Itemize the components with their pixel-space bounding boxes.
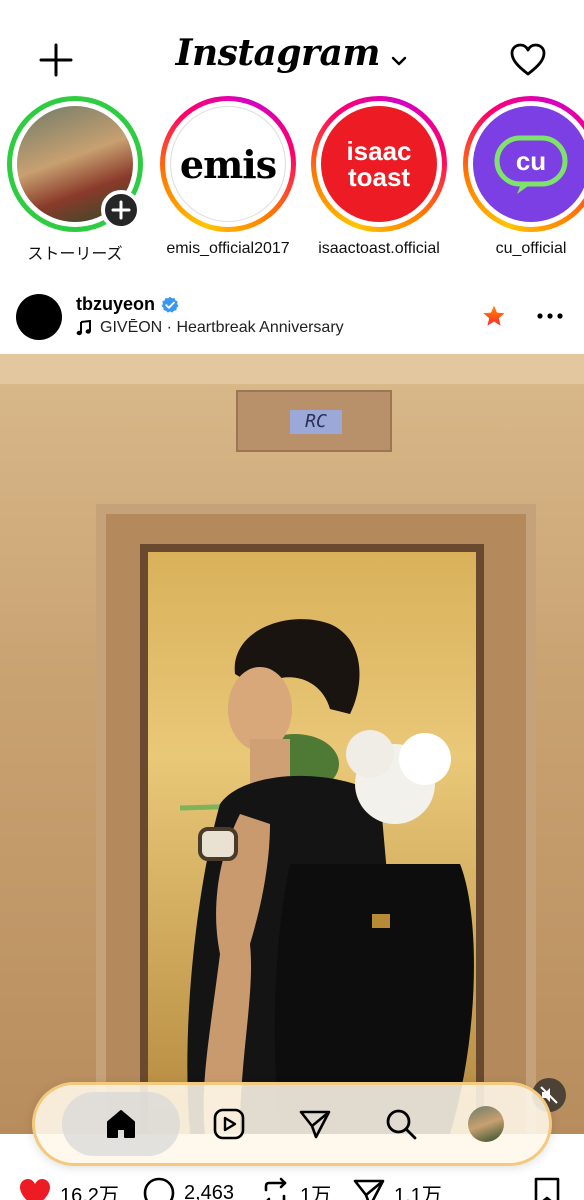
profile-avatar	[468, 1106, 505, 1142]
like-count: 16.2万	[60, 1184, 119, 1200]
share-count: 1.1万	[394, 1184, 442, 1200]
comment-button[interactable]: 2,463	[142, 1176, 234, 1200]
top-bar: Instagram	[0, 28, 584, 92]
reels-icon	[214, 1108, 245, 1140]
repost-count: 1万	[300, 1184, 332, 1200]
nav-profile[interactable]	[450, 1092, 522, 1156]
bookmark-icon[interactable]	[532, 1176, 562, 1200]
post-author[interactable]: tbzuyeon	[76, 294, 179, 315]
heart-filled-icon	[20, 1179, 50, 1200]
svg-text:cu: cu	[516, 146, 546, 176]
music-note-icon	[76, 320, 91, 336]
post-actions: 16.2万 2,463 1万 1.1万	[0, 1170, 584, 1200]
nav-search[interactable]	[365, 1092, 437, 1156]
send-paper-plane-icon	[353, 1179, 385, 1200]
story-name: isaactoast.official	[318, 240, 440, 257]
floor-display: RC	[290, 410, 342, 434]
verified-badge-icon	[161, 296, 179, 313]
post-photo[interactable]: RC	[0, 354, 584, 1134]
repost-icon	[264, 1177, 287, 1200]
comment-bubble-icon	[143, 1177, 175, 1200]
brand-switcher[interactable]: Instagram	[0, 32, 584, 74]
story-cu[interactable]: cu cu_official	[456, 96, 584, 258]
nav-messages[interactable]	[279, 1092, 351, 1156]
home-icon	[106, 1110, 135, 1138]
isaac-toast-logo: isaac toast	[321, 106, 437, 222]
post-username[interactable]: tbzuyeon	[76, 294, 155, 315]
elevator-floor-panel: RC	[236, 390, 392, 452]
person-figure	[180, 619, 474, 1134]
story-emis[interactable]: emis emis_official2017	[153, 96, 303, 258]
story-isaactoast[interactable]: isaac toast isaactoast.official	[304, 96, 454, 258]
notifications-heart-icon[interactable]	[508, 40, 548, 80]
chevron-down-icon	[392, 56, 407, 65]
stories-tray: ストーリーズ emis emis_official2017 isaac toas…	[0, 96, 584, 266]
add-story-icon[interactable]	[101, 190, 141, 230]
story-ring: isaac toast	[311, 96, 447, 232]
story-name: emis_official2017	[166, 240, 290, 257]
post-author-avatar[interactable]	[16, 294, 62, 340]
bottom-nav	[32, 1082, 552, 1166]
story-own[interactable]: ストーリーズ	[0, 96, 150, 264]
cu-logo: cu	[473, 106, 584, 222]
nav-reels[interactable]	[193, 1092, 265, 1156]
story-ring: emis	[160, 96, 296, 232]
post-header: tbzuyeon GIVĒON · Heartbreak Anniversary	[0, 286, 584, 350]
story-name: cu_official	[495, 240, 567, 257]
repost-button[interactable]: 1万	[258, 1176, 331, 1200]
instagram-logo: Instagram	[175, 32, 381, 74]
search-icon	[386, 1109, 416, 1140]
story-ring: cu	[463, 96, 584, 232]
send-paper-plane-icon	[299, 1110, 331, 1139]
post-music[interactable]: GIVĒON · Heartbreak Anniversary	[76, 319, 344, 337]
story-name: ストーリーズ	[27, 246, 123, 263]
music-title: GIVĒON · Heartbreak Anniversary	[100, 319, 344, 336]
story-ring	[7, 96, 143, 232]
comment-count: 2,463	[184, 1181, 235, 1200]
share-button[interactable]: 1.1万	[352, 1176, 442, 1200]
like-button[interactable]: 16.2万	[18, 1176, 119, 1200]
favorite-star-icon[interactable]	[482, 304, 506, 328]
nav-home[interactable]	[61, 1092, 180, 1156]
more-options-icon[interactable]	[536, 302, 564, 330]
emis-logo: emis	[170, 106, 286, 222]
